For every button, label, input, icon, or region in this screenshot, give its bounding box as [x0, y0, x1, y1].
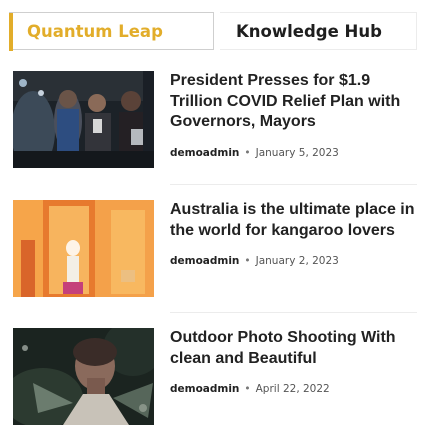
post-date: January 5, 2023: [255, 146, 339, 159]
post-meta: demoadmin • January 2, 2023: [170, 255, 417, 267]
post-title[interactable]: Australia is the ultimate place in the w…: [170, 200, 417, 241]
active-tab-indicator: [9, 13, 13, 51]
tab-label: Knowledge Hub: [236, 21, 382, 41]
post-author[interactable]: demoadmin: [170, 255, 239, 267]
tab-knowledge-hub[interactable]: Knowledge Hub: [220, 12, 417, 50]
post-meta: demoadmin • January 5, 2023: [170, 147, 417, 159]
woman-in-orange-doorway-photo: [13, 200, 154, 297]
post-meta: demoadmin • April 22, 2022: [170, 383, 417, 395]
post-thumbnail[interactable]: [13, 71, 154, 168]
post-thumbnail[interactable]: [13, 200, 154, 297]
post-date: April 22, 2022: [255, 383, 330, 395]
post-thumbnail[interactable]: [13, 328, 154, 425]
post-title[interactable]: President Presses for $1.9 Trillion COVI…: [170, 71, 417, 133]
meta-separator: •: [244, 146, 251, 159]
meta-separator: •: [244, 383, 251, 395]
post-author[interactable]: demoadmin: [170, 147, 239, 159]
post-date: January 2, 2023: [255, 255, 339, 267]
post-divider: [170, 184, 417, 185]
post-divider: [170, 312, 417, 313]
post-author[interactable]: demoadmin: [170, 383, 239, 395]
post-info: President Presses for $1.9 Trillion COVI…: [170, 71, 417, 159]
portrait-in-foliage-photo: [13, 328, 154, 425]
meta-separator: •: [244, 255, 251, 267]
tab-bar: Quantum Leap Knowledge Hub: [9, 12, 417, 51]
tab-quantum-leap[interactable]: Quantum Leap: [9, 12, 214, 51]
tab-label: Quantum Leap: [27, 21, 163, 41]
post-info: Outdoor Photo Shooting With clean and Be…: [170, 328, 417, 395]
post-title[interactable]: Outdoor Photo Shooting With clean and Be…: [170, 328, 417, 369]
post-info: Australia is the ultimate place in the w…: [170, 200, 417, 267]
people-at-night-photo: [13, 71, 154, 168]
